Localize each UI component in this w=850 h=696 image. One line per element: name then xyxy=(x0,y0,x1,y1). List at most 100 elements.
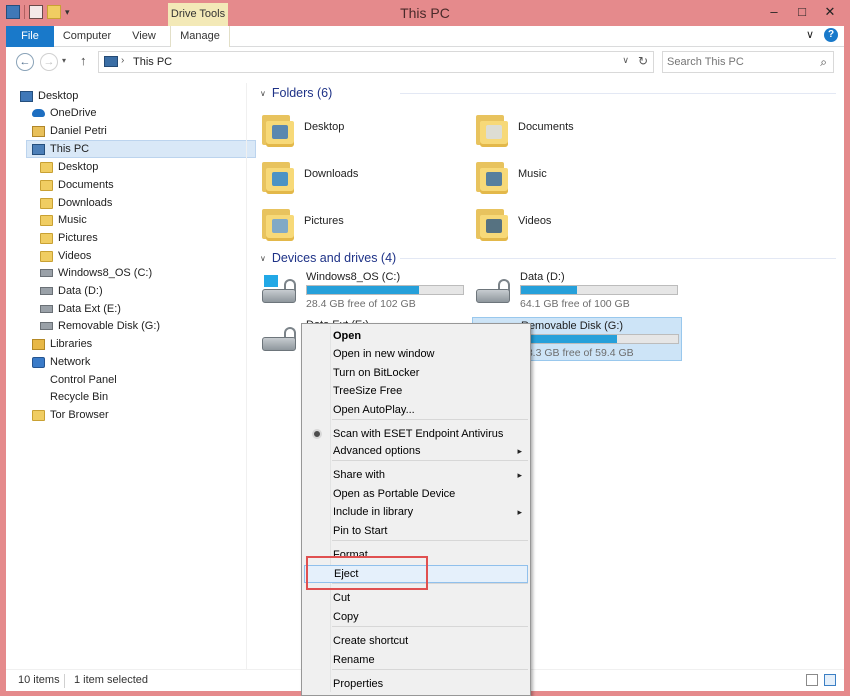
folder-tile[interactable]: Desktop xyxy=(260,107,470,151)
tab-file[interactable]: File xyxy=(6,26,54,47)
address-dropdown-icon[interactable]: ∨ xyxy=(622,55,629,66)
drives-section-header[interactable]: ∨ Devices and drives (4) xyxy=(260,249,396,267)
menu-item-open-autoplay[interactable]: Open AutoPlay... xyxy=(304,401,528,419)
menu-item-scan-with-eset-endpoint-antivirus[interactable]: Scan with ESET Endpoint Antivirus xyxy=(304,425,528,443)
folder-tile[interactable]: Music xyxy=(474,154,684,198)
tree-item[interactable]: Tor Browser xyxy=(32,406,109,424)
refresh-icon[interactable]: ↻ xyxy=(638,54,648,68)
this-pc-icon xyxy=(104,56,118,67)
drive-icon xyxy=(40,287,53,295)
folder-label: Downloads xyxy=(304,168,359,180)
tree-item[interactable]: Recycle Bin xyxy=(32,388,108,406)
menu-item-include-in-library[interactable]: Include in library ▸ xyxy=(304,503,528,521)
drive-tile[interactable]: Windows8_OS (C:) 28.4 GB free of 102 GB xyxy=(258,269,468,313)
tree-item[interactable]: Desktop xyxy=(40,158,98,176)
folders-section-header[interactable]: ∨ Folders (6) xyxy=(260,84,332,102)
folder-icon xyxy=(40,214,53,226)
folder-tile[interactable]: Documents xyxy=(474,107,684,151)
forward-button[interactable]: → xyxy=(40,53,58,71)
pc-icon xyxy=(32,143,45,155)
tree-item[interactable]: Downloads xyxy=(40,194,112,212)
tree-item[interactable]: OneDrive xyxy=(32,104,96,122)
tree-item-label: Control Panel xyxy=(50,374,117,386)
menu-item-label: TreeSize Free xyxy=(333,385,403,397)
drive-tile[interactable]: Data (D:) 64.1 GB free of 100 GB xyxy=(472,269,682,313)
tree-item[interactable]: Desktop xyxy=(20,87,78,105)
menu-item-label: Properties xyxy=(333,678,384,690)
maximize-button[interactable]: □ xyxy=(788,2,816,22)
menu-separator xyxy=(332,460,528,461)
tree-item[interactable]: This PC xyxy=(26,140,256,158)
tree-item-label: Data Ext (E:) xyxy=(58,303,121,315)
tree-item[interactable]: Videos xyxy=(40,247,91,265)
menu-item-label: Open as Portable Device xyxy=(333,488,456,500)
folder-tile[interactable]: Pictures xyxy=(260,201,470,245)
tree-item[interactable]: Daniel Petri xyxy=(32,122,107,140)
breadcrumb-this-pc[interactable]: This PC xyxy=(133,56,172,68)
menu-item-cut[interactable]: Cut xyxy=(304,589,528,607)
menu-item-treesize-free[interactable]: TreeSize Free xyxy=(304,382,528,400)
menu-separator xyxy=(332,669,528,670)
drive-icon xyxy=(40,305,53,313)
breadcrumb-separator-icon[interactable]: › xyxy=(121,55,124,66)
menu-item-rename[interactable]: Rename xyxy=(304,651,528,669)
tree-item-label: This PC xyxy=(50,143,90,155)
folder-tile[interactable]: Videos xyxy=(474,201,684,245)
help-icon[interactable]: ? xyxy=(824,28,838,42)
submenu-arrow-icon: ▸ xyxy=(517,507,522,517)
details-view-icon[interactable] xyxy=(806,674,818,686)
menu-item-copy[interactable]: Copy xyxy=(304,608,528,626)
tab-computer[interactable]: Computer xyxy=(56,26,118,47)
tree-item[interactable]: Data Ext (E:) xyxy=(40,300,121,318)
large-icons-view-icon[interactable] xyxy=(824,674,836,686)
minimize-button[interactable]: – xyxy=(760,2,788,22)
tree-item[interactable]: Data (D:) xyxy=(40,282,103,300)
tree-item[interactable]: Windows8_OS (C:) xyxy=(40,264,152,282)
tree-item[interactable]: Network xyxy=(32,353,90,371)
folder-label: Desktop xyxy=(304,121,345,133)
folder-tile[interactable]: Downloads xyxy=(260,154,470,198)
tab-view[interactable]: View xyxy=(122,26,166,47)
folder-icon xyxy=(40,232,53,244)
tree-item-label: Libraries xyxy=(50,338,93,350)
up-button[interactable]: ↑ xyxy=(80,53,87,68)
menu-item-open-as-portable-device[interactable]: Open as Portable Device xyxy=(304,485,528,503)
menu-item-create-shortcut[interactable]: Create shortcut xyxy=(304,632,528,650)
tree-item[interactable]: Pictures xyxy=(40,229,98,247)
menu-item-open[interactable]: Open xyxy=(304,327,528,345)
address-bar[interactable]: › This PC ∨ ↻ xyxy=(98,51,654,73)
tree-item[interactable]: Documents xyxy=(40,176,114,194)
collapse-chevron-icon[interactable]: ∨ xyxy=(260,254,266,263)
close-button[interactable]: ✕ xyxy=(816,2,844,22)
menu-item-advanced-options[interactable]: Advanced options ▸ xyxy=(304,442,528,460)
pane-divider[interactable] xyxy=(246,83,247,669)
tree-item[interactable]: Control Panel xyxy=(32,371,117,389)
search-icon[interactable]: ⌕ xyxy=(820,55,827,70)
ribbon-tabs: File Computer View Manage ∨ ? xyxy=(6,26,844,47)
menu-item-pin-to-start[interactable]: Pin to Start xyxy=(304,522,528,540)
recent-locations-icon[interactable]: ▾ xyxy=(62,56,66,65)
control-panel-icon xyxy=(32,375,45,386)
collapse-chevron-icon[interactable]: ∨ xyxy=(260,89,266,98)
collapse-ribbon-icon[interactable]: ∨ xyxy=(806,28,814,42)
drive-free-space: 23.3 GB free of 59.4 GB xyxy=(521,347,634,359)
window-controls: – □ ✕ xyxy=(760,2,844,22)
tree-item[interactable]: Libraries xyxy=(32,335,92,353)
menu-item-properties[interactable]: Properties xyxy=(304,675,528,693)
search-input[interactable] xyxy=(667,54,807,70)
menu-item-turn-on-bitlocker[interactable]: Turn on BitLocker xyxy=(304,364,528,382)
menu-item-label: Open in new window xyxy=(333,348,435,360)
folder-icon xyxy=(474,158,510,194)
menu-item-share-with[interactable]: Share with ▸ xyxy=(304,466,528,484)
tree-item-label: Desktop xyxy=(38,90,79,102)
context-menu: Open Open in new window Turn on BitLocker T… xyxy=(301,323,531,696)
back-button[interactable]: ← xyxy=(16,53,34,71)
search-box[interactable]: ⌕ xyxy=(662,51,834,73)
tree-item[interactable]: Removable Disk (G:) xyxy=(40,317,160,335)
folders-section-title: Folders (6) xyxy=(271,86,333,100)
tree-item-label: Data (D:) xyxy=(58,285,103,297)
tree-item-label: Pictures xyxy=(58,232,98,244)
menu-item-open-in-new-window[interactable]: Open in new window xyxy=(304,345,528,363)
tab-manage[interactable]: Manage xyxy=(170,26,230,47)
tree-item[interactable]: Music xyxy=(40,211,87,229)
